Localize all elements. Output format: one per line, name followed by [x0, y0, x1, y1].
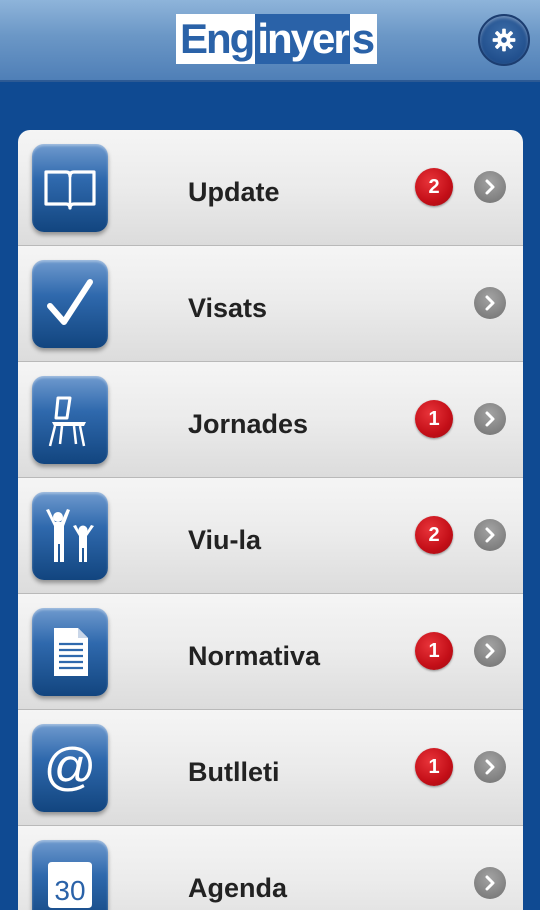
gear-icon — [492, 28, 516, 52]
menu-item-jornades[interactable]: Jornades 1 — [18, 362, 523, 478]
at-sign-icon: @ — [32, 724, 108, 812]
checkmark-icon — [32, 260, 108, 348]
document-icon — [32, 608, 108, 696]
svg-text:@: @ — [44, 738, 97, 796]
menu-item-label: Normativa — [188, 641, 321, 671]
chair-icon — [32, 376, 108, 464]
notification-badge: 1 — [415, 632, 453, 670]
logo-part-1: Eng — [176, 14, 255, 64]
notification-badge: 1 — [415, 748, 453, 786]
logo-part-3: s — [349, 14, 378, 64]
chevron-right-icon — [474, 635, 506, 667]
notification-badge: 1 — [415, 400, 453, 438]
people-icon — [32, 492, 108, 580]
menu-item-label: Update — [188, 177, 280, 207]
top-navigation-bar: Eng inyer s — [0, 0, 540, 82]
notification-badge: 2 — [415, 516, 453, 554]
logo-part-2: inyer — [255, 14, 350, 64]
menu-item-visats[interactable]: Visats — [18, 246, 523, 362]
menu-item-label: Viu-la — [188, 525, 262, 555]
menu-item-normativa[interactable]: Normativa 1 — [18, 594, 523, 710]
menu-item-label: Visats — [188, 293, 268, 323]
menu-item-label: Butlleti — [188, 757, 280, 787]
main-menu-list: Update 2 Visats Jornades 1 Viu-la 2 Norm… — [18, 130, 523, 910]
menu-item-viu-la[interactable]: Viu-la 2 — [18, 478, 523, 594]
menu-item-label: Agenda — [188, 873, 288, 903]
chevron-right-icon — [474, 519, 506, 551]
chevron-right-icon — [474, 403, 506, 435]
settings-button[interactable] — [478, 14, 530, 66]
menu-item-update[interactable]: Update 2 — [18, 130, 523, 246]
chevron-right-icon — [474, 867, 506, 899]
calendar-day-text: 30 — [54, 875, 85, 906]
chevron-right-icon — [474, 171, 506, 203]
book-icon — [32, 144, 108, 232]
enginyers-logo: Eng inyer s — [176, 14, 378, 64]
notification-badge: 2 — [415, 168, 453, 206]
chevron-right-icon — [474, 751, 506, 783]
menu-item-label: Jornades — [188, 409, 309, 439]
chevron-right-icon — [474, 287, 506, 319]
menu-item-agenda[interactable]: 30 Agenda — [18, 826, 523, 910]
menu-item-butlleti[interactable]: @ Butlleti 1 — [18, 710, 523, 826]
